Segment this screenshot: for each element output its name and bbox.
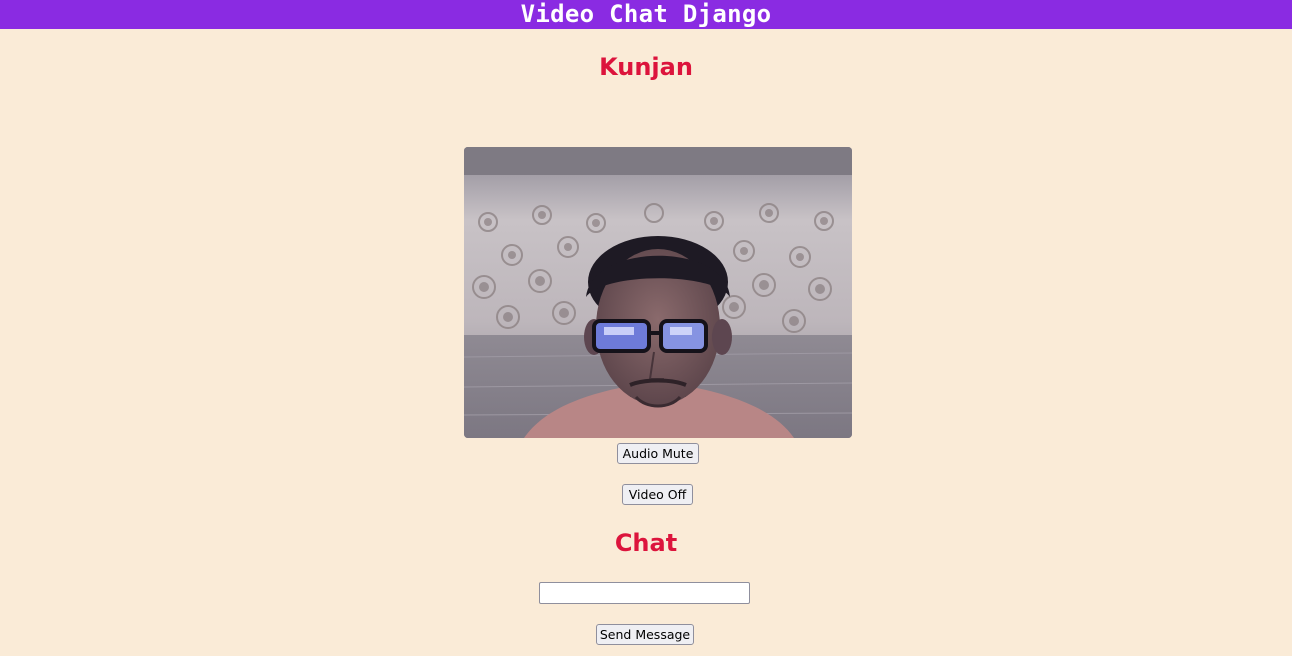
app-header: Video Chat Django: [0, 0, 1292, 29]
video-frame-image: [464, 147, 852, 438]
message-input[interactable]: [539, 582, 750, 604]
chat-heading: Chat: [614, 529, 678, 557]
username-heading: Kunjan: [599, 53, 693, 81]
audio-mute-button[interactable]: Audio Mute: [617, 443, 699, 464]
local-video: [464, 147, 852, 438]
app-title: Video Chat Django: [520, 0, 772, 28]
send-message-button[interactable]: Send Message: [596, 624, 694, 645]
video-off-button[interactable]: Video Off: [622, 484, 693, 505]
